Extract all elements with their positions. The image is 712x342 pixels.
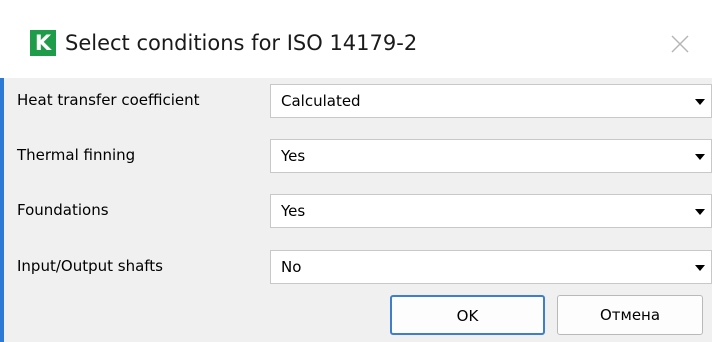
heat-transfer-coefficient-select[interactable]: Calculated	[270, 84, 712, 118]
heat-transfer-coefficient-value: Calculated	[281, 92, 361, 110]
chevron-down-icon	[695, 265, 705, 271]
close-icon	[671, 35, 689, 53]
dialog-title: Select conditions for ISO 14179-2	[65, 31, 418, 55]
dialog-window: K Select conditions for ISO 14179-2 Heat…	[0, 0, 712, 342]
chevron-down-icon	[695, 209, 705, 215]
thermal-finning-select[interactable]: Yes	[270, 139, 712, 173]
foundations-select[interactable]: Yes	[270, 194, 712, 228]
input-output-shafts-label: Input/Output shafts	[17, 257, 163, 275]
chevron-down-icon	[695, 99, 705, 105]
chevron-down-icon	[695, 154, 705, 160]
input-output-shafts-value: No	[281, 258, 302, 276]
input-output-shafts-select[interactable]: No	[270, 250, 712, 284]
heat-transfer-coefficient-label: Heat transfer coefficient	[17, 91, 200, 109]
title-bar: K Select conditions for ISO 14179-2	[0, 0, 712, 78]
ok-button[interactable]: OK	[390, 295, 545, 335]
thermal-finning-value: Yes	[281, 147, 306, 165]
thermal-finning-label: Thermal finning	[17, 146, 136, 164]
window-edge-accent	[0, 78, 4, 342]
close-button[interactable]	[660, 24, 700, 64]
foundations-value: Yes	[281, 202, 306, 220]
cancel-button[interactable]: Отмена	[557, 295, 703, 335]
app-logo-icon: K	[30, 30, 56, 56]
foundations-label: Foundations	[17, 201, 109, 219]
